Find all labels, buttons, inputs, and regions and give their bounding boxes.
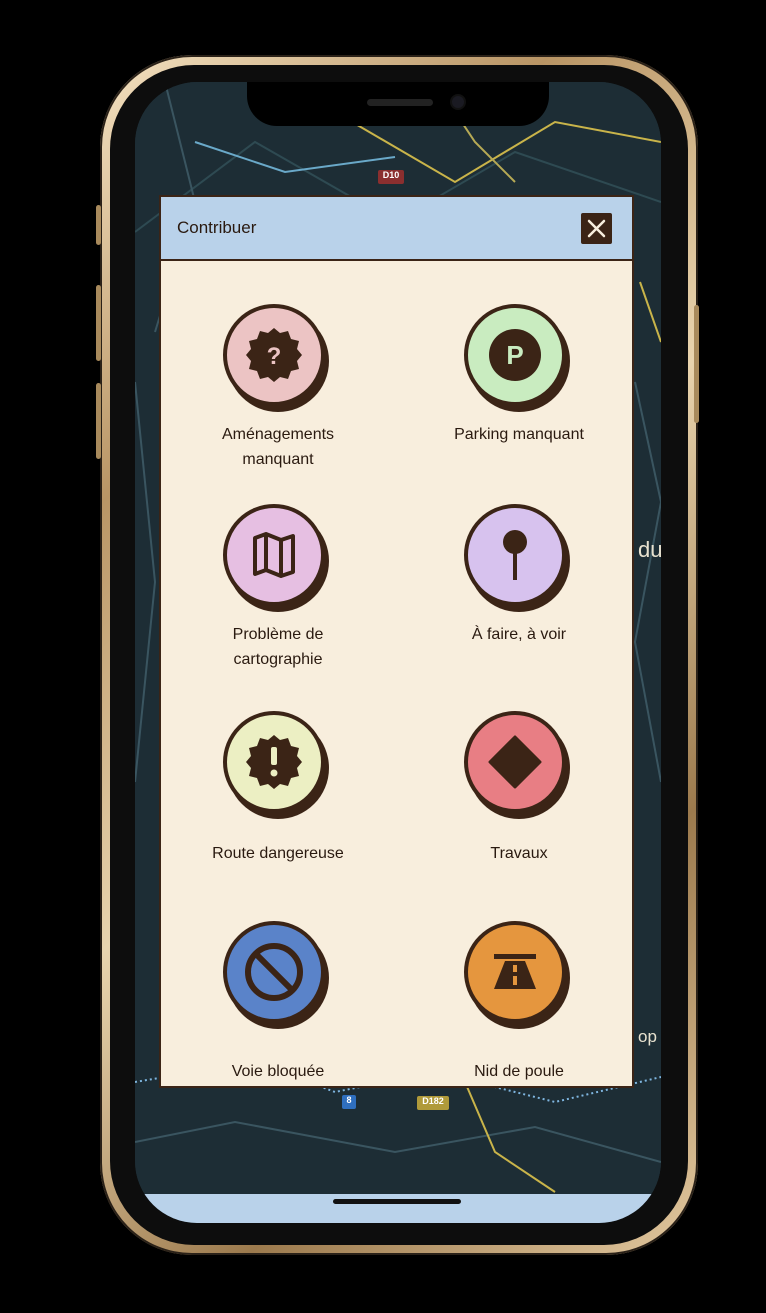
exclamation-badge-icon — [246, 735, 302, 789]
option-label-line2: cartographie — [233, 651, 323, 668]
option-label: Route dangereuse — [212, 845, 344, 862]
pin-icon — [503, 530, 527, 580]
power-button — [694, 305, 699, 423]
modal-header: Contribuer — [161, 197, 632, 261]
svg-text:?: ? — [267, 343, 282, 370]
parking-icon: P — [489, 329, 541, 381]
option-label: Nid de poule — [474, 1063, 564, 1080]
volume-up-button — [96, 285, 101, 361]
badge — [223, 504, 333, 614]
option-voie-bloquee[interactable]: Voie bloquée — [168, 921, 388, 1084]
close-button[interactable] — [581, 213, 612, 244]
option-nid-de-poule[interactable]: Nid de poule — [409, 921, 629, 1084]
diamond-icon — [488, 735, 542, 789]
option-label: Travaux — [490, 845, 548, 862]
map-icon — [253, 532, 295, 578]
option-a-faire-a-voir[interactable]: À faire, à voir — [409, 504, 629, 647]
option-label: À faire, à voir — [471, 626, 567, 643]
svg-text:P: P — [506, 340, 523, 370]
notch — [247, 82, 549, 126]
option-label: Problème de — [232, 626, 324, 643]
badge — [464, 711, 574, 821]
option-route-dangereuse[interactable]: Route dangereuse — [168, 711, 388, 866]
map-edge-text-du: du — [638, 537, 661, 562]
option-label-line2: manquant — [242, 451, 314, 468]
badge — [223, 711, 333, 821]
route-label-d182: D182 — [417, 1096, 449, 1110]
speaker-grille — [367, 99, 433, 106]
home-indicator[interactable] — [333, 1199, 461, 1204]
badge: P — [464, 304, 574, 414]
option-travaux[interactable]: Travaux — [409, 711, 629, 866]
route-label-d10: D10 — [378, 170, 404, 184]
option-parking-manquant[interactable]: P Parking manquant — [409, 304, 629, 447]
silent-switch — [96, 205, 101, 245]
option-probleme-cartographie[interactable]: Problème de cartographie — [168, 504, 388, 672]
badge — [464, 921, 574, 1031]
front-camera — [452, 96, 464, 108]
badge — [464, 504, 574, 614]
route-label-8: 8 — [342, 1095, 356, 1109]
map-edge-text-op: op — [638, 1027, 657, 1046]
phone-screen: D10 8 D182 du op Contribuer ? Aménagemen… — [135, 82, 661, 1223]
no-entry-icon — [245, 943, 303, 1001]
contribute-modal: Contribuer ? Aménagements manquant P Par… — [159, 195, 634, 1088]
close-icon — [587, 219, 606, 238]
road-icon — [494, 954, 536, 989]
badge — [223, 921, 333, 1031]
option-label: Parking manquant — [454, 426, 584, 443]
badge: ? — [223, 304, 333, 414]
option-label: Aménagements — [221, 426, 335, 443]
option-label: Voie bloquée — [231, 1063, 325, 1080]
modal-title: Contribuer — [177, 218, 257, 237]
volume-down-button — [96, 383, 101, 459]
question-badge-icon: ? — [246, 328, 302, 382]
option-amenagements-manquant[interactable]: ? Aménagements manquant — [168, 304, 388, 472]
